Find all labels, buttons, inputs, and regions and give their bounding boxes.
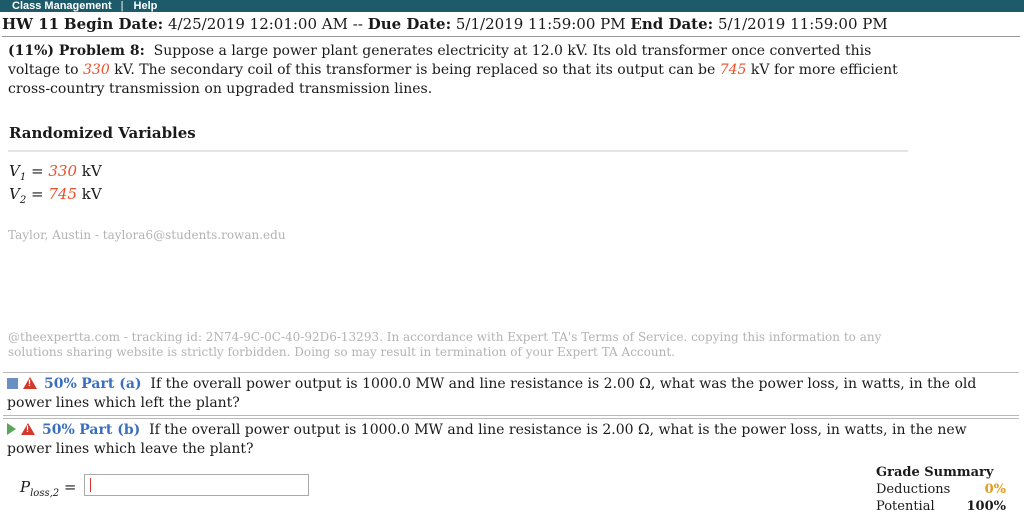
top-menu-bar: Class Management | Help <box>0 0 1024 12</box>
grade-summary: Grade Summary Deductions 0% Potential 10… <box>876 464 1006 515</box>
problem-header: (11%) Problem 8: <box>8 43 145 59</box>
variable-v1-value: 330 <box>48 162 77 180</box>
deductions-row: Deductions 0% <box>876 481 1006 498</box>
part-a[interactable]: 50% Part (a) If the overall power output… <box>3 372 1019 416</box>
answer-label: Ploss,2 = <box>20 478 77 499</box>
deductions-value: 0% <box>984 482 1006 497</box>
class-management-link[interactable]: Class Management <box>0 0 112 12</box>
potential-row: Potential 100% <box>876 498 1006 515</box>
part-a-percent: 50% <box>44 376 77 392</box>
warning-icon <box>21 423 35 435</box>
menu-separator: | <box>120 0 124 12</box>
potential-label: Potential <box>876 499 935 514</box>
variable-v1: V1 = 330 kV <box>9 162 102 183</box>
help-link[interactable]: Help <box>134 0 158 12</box>
due-date-value: 5/1/2019 11:59:00 PM <box>455 15 626 33</box>
grade-summary-title: Grade Summary <box>876 465 994 480</box>
text-caret <box>90 478 91 492</box>
begin-date-value: 4/25/2019 12:01:00 AM <box>167 15 348 33</box>
part-b[interactable]: 50% Part (b) If the overall power output… <box>3 418 1019 462</box>
answer-input[interactable] <box>84 474 309 496</box>
part-a-label: Part (a) <box>81 376 142 392</box>
deductions-label: Deductions <box>876 482 951 497</box>
part-b-question: If the overall power output is 1000.0 MW… <box>7 422 967 457</box>
due-date-label: Due Date: <box>367 15 452 33</box>
part-a-question: If the overall power output is 1000.0 MW… <box>7 376 977 411</box>
variable-v2: V2 = 745 kV <box>9 185 102 206</box>
warning-icon <box>23 377 37 389</box>
problem-v2-value: 745 <box>719 62 747 78</box>
problem-text-2: kV. The secondary coil of this transform… <box>114 62 716 78</box>
potential-value: 100% <box>966 499 1007 514</box>
part-b-label: Part (b) <box>79 422 141 438</box>
collapse-square-icon[interactable] <box>7 378 18 389</box>
end-date-value: 5/1/2019 11:59:00 PM <box>717 15 888 33</box>
problem-v1-value: 330 <box>83 62 110 78</box>
variable-v2-value: 745 <box>48 185 77 203</box>
randomized-variables-title: Randomized Variables <box>9 124 196 142</box>
assignment-dates-line: HW 11 Begin Date: 4/25/2019 12:01:00 AM … <box>2 14 1020 37</box>
expand-triangle-icon[interactable] <box>7 423 16 435</box>
end-date-label: End Date: <box>630 15 714 33</box>
hw-title: HW 11 <box>2 15 60 33</box>
part-b-percent: 50% <box>42 422 75 438</box>
divider <box>8 150 908 152</box>
tracking-notice: @theexpertta.com - tracking id: 2N74-9C-… <box>8 330 882 359</box>
begin-date-label: Begin Date: <box>63 15 164 33</box>
date-dash: -- <box>352 15 363 33</box>
problem-statement: (11%) Problem 8: Suppose a large power p… <box>8 42 913 99</box>
user-info: Taylor, Austin - taylora6@students.rowan… <box>8 228 286 242</box>
